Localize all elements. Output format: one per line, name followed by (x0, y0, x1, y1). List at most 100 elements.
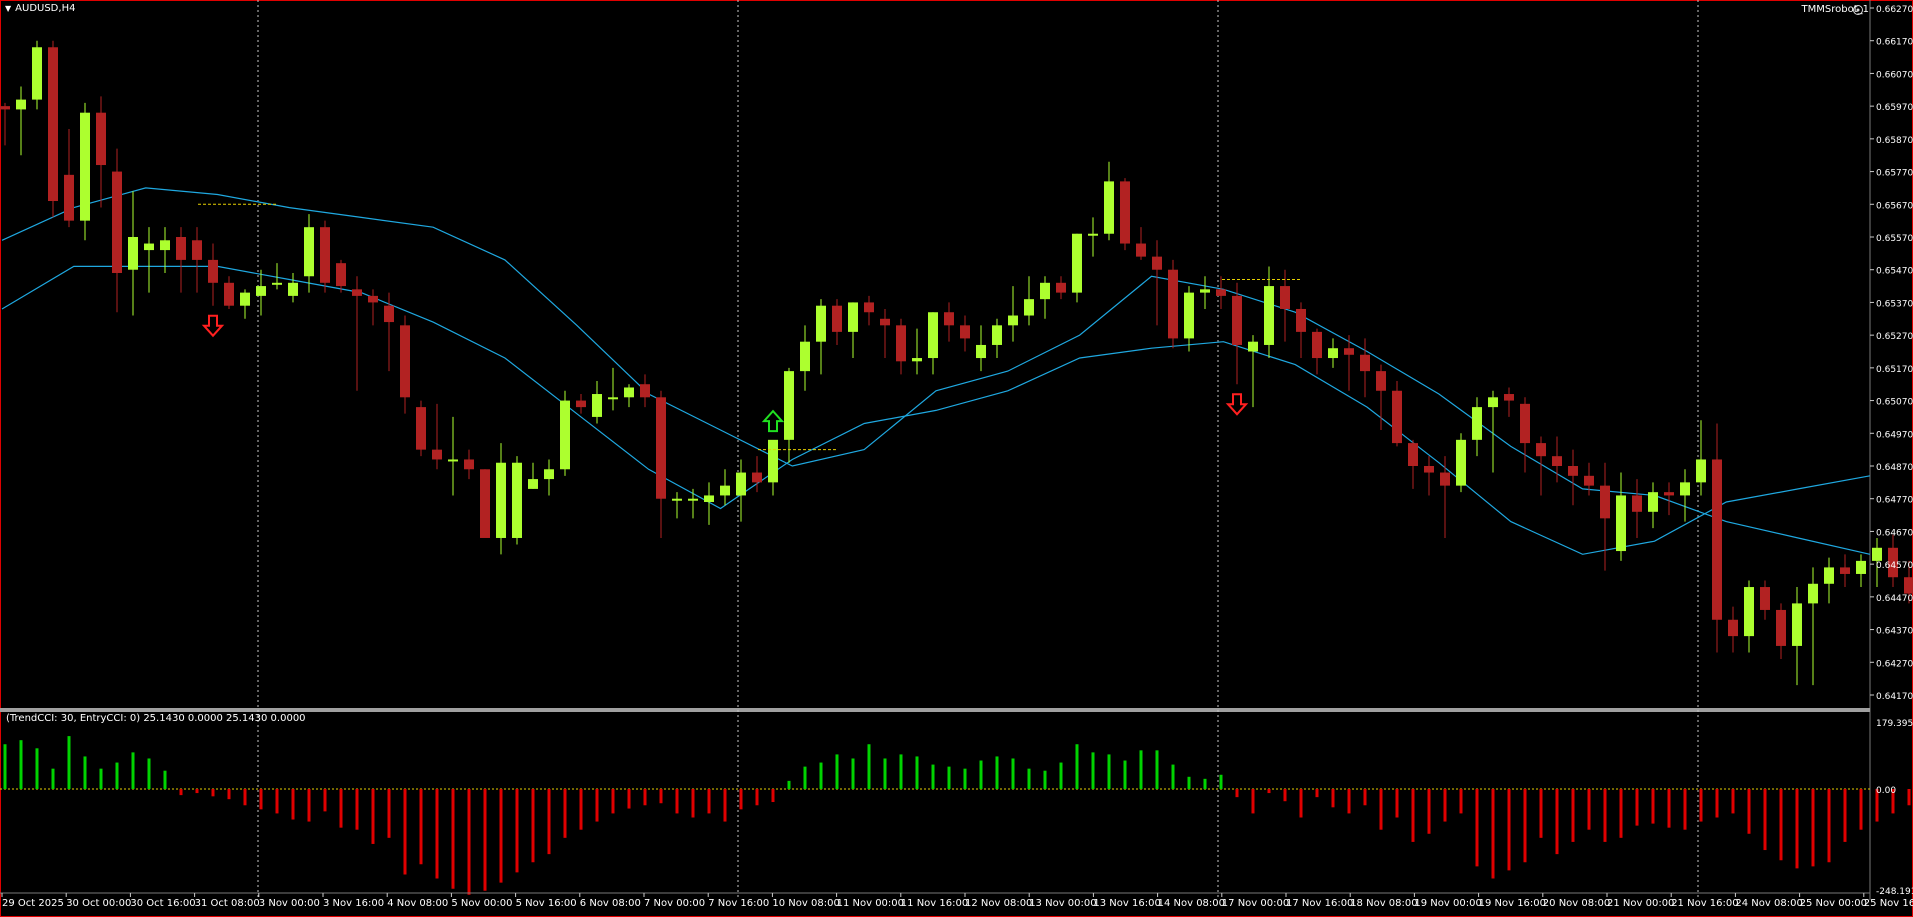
candle-body (112, 171, 122, 273)
candle-body (640, 384, 650, 398)
price-tick-label: 0.65770 (1876, 169, 1913, 179)
candle-body (304, 227, 314, 277)
candle-body (352, 289, 362, 296)
candle-body (1824, 567, 1834, 584)
candle-body (320, 227, 330, 283)
candle-body (992, 325, 1002, 345)
subwindow-separator (0, 708, 1870, 712)
candle-body (1488, 397, 1498, 408)
price-tick-label: 0.66170 (1876, 38, 1913, 48)
candle-body (512, 462, 522, 538)
price-tick-label: 0.65070 (1876, 398, 1913, 408)
symbol-title-text: AUDUSD,H4 (15, 3, 76, 14)
candle-body (464, 459, 474, 470)
moving-average-slow (1, 265, 1871, 555)
price-tick-label: 0.65170 (1876, 365, 1913, 375)
candle-body (768, 439, 778, 483)
candle-body (1520, 403, 1530, 444)
candle-body (544, 469, 554, 480)
candle-body (1088, 233, 1098, 236)
candle-body (1008, 315, 1018, 326)
candle-body (1696, 459, 1706, 483)
candle-body (480, 469, 490, 538)
price-tick-label: 0.64570 (1876, 561, 1913, 571)
price-tick-label: 0.64970 (1876, 430, 1913, 440)
candle-body (1600, 485, 1610, 519)
cci-tick-label: 179.3953 (1876, 719, 1913, 729)
candle-body (192, 240, 202, 260)
candle-body (672, 498, 682, 501)
candle-body (1072, 233, 1082, 293)
candle-body (608, 397, 618, 400)
time-tick-label: 18 Nov 08:00 (1350, 898, 1417, 909)
time-tick-label: 25 Nov 16:00 (1864, 898, 1913, 909)
candle-body (1232, 295, 1242, 345)
candle-body (1712, 459, 1722, 620)
candle-body (784, 371, 794, 440)
price-chart[interactable]: 0.66270 0.66170 0.66070 0.65970 0.65870 0.657… (0, 0, 1913, 917)
price-tick-label: 0.65670 (1876, 201, 1913, 211)
time-tick-label: 19 Nov 00:00 (1414, 898, 1481, 909)
candle-body (928, 312, 938, 359)
candle-body (1536, 443, 1546, 457)
candle-body (1552, 456, 1562, 466)
candle-body (224, 282, 234, 306)
candle-body (416, 407, 426, 450)
candle-body (1440, 472, 1450, 486)
time-tick-label: 14 Nov 08:00 (1158, 898, 1225, 909)
candle-body (1840, 567, 1850, 574)
price-tick-label: 0.65370 (1876, 299, 1913, 309)
candle-body (1728, 619, 1738, 637)
candle-body (240, 292, 250, 306)
time-tick-label: 21 Nov 00:00 (1607, 898, 1674, 909)
candle-body (160, 240, 170, 251)
price-tick-label: 0.64770 (1876, 496, 1913, 506)
candle-body (288, 282, 298, 296)
candle-body (1248, 341, 1258, 352)
time-tick-label: 5 Nov 00:00 (451, 898, 512, 909)
candle-body (432, 449, 442, 460)
candle-body (1584, 475, 1594, 486)
candle-body (736, 472, 746, 496)
dropdown-arrow-icon[interactable]: ▼ (5, 4, 11, 13)
candle-body (912, 358, 922, 362)
candle-body (176, 237, 186, 260)
time-tick-label: 4 Nov 08:00 (387, 898, 448, 909)
candle-body (144, 243, 154, 251)
candle-body (1120, 181, 1130, 244)
candle-body (1776, 609, 1786, 646)
candle-body (1136, 243, 1146, 257)
candle-body (832, 305, 842, 332)
expert-advisor-label[interactable]: TMMSrobot_1 (1802, 4, 1869, 15)
time-tick-label: 5 Nov 16:00 (516, 898, 577, 909)
price-tick-label: 0.64670 (1876, 528, 1913, 538)
symbol-title[interactable]: ▼ AUDUSD,H4 (5, 3, 75, 14)
candle-body (752, 472, 762, 483)
price-tick-label: 0.66070 (1876, 70, 1913, 80)
candle-body (1904, 577, 1913, 594)
candle-body (1168, 269, 1178, 339)
candle-body (944, 312, 954, 326)
candle-body (848, 302, 858, 332)
candle-body (960, 325, 970, 339)
price-tick-label: 0.65870 (1876, 136, 1913, 146)
candle-body (624, 387, 634, 398)
time-tick-label: 6 Nov 08:00 (580, 898, 641, 909)
time-tick-label: 29 Oct 2025 (2, 898, 64, 909)
time-tick-label: 31 Oct 08:00 (195, 898, 260, 909)
candle-body (64, 174, 74, 221)
buy-signal-arrow-icon (761, 409, 785, 433)
candle-body (1264, 286, 1274, 345)
time-tick-label: 11 Nov 00:00 (837, 898, 904, 909)
time-tick-label: 13 Nov 00:00 (1029, 898, 1096, 909)
price-tick-label: 0.66270 (1876, 5, 1913, 15)
candle-body (496, 462, 506, 538)
moving-average-fast (1, 187, 1871, 555)
candle-body (1296, 308, 1306, 332)
candle-body (96, 112, 106, 166)
time-tick-label: 11 Nov 16:00 (901, 898, 968, 909)
candle-body (1456, 439, 1466, 486)
candle-body (1344, 348, 1354, 355)
candle-body (864, 302, 874, 313)
candle-body (976, 344, 986, 359)
